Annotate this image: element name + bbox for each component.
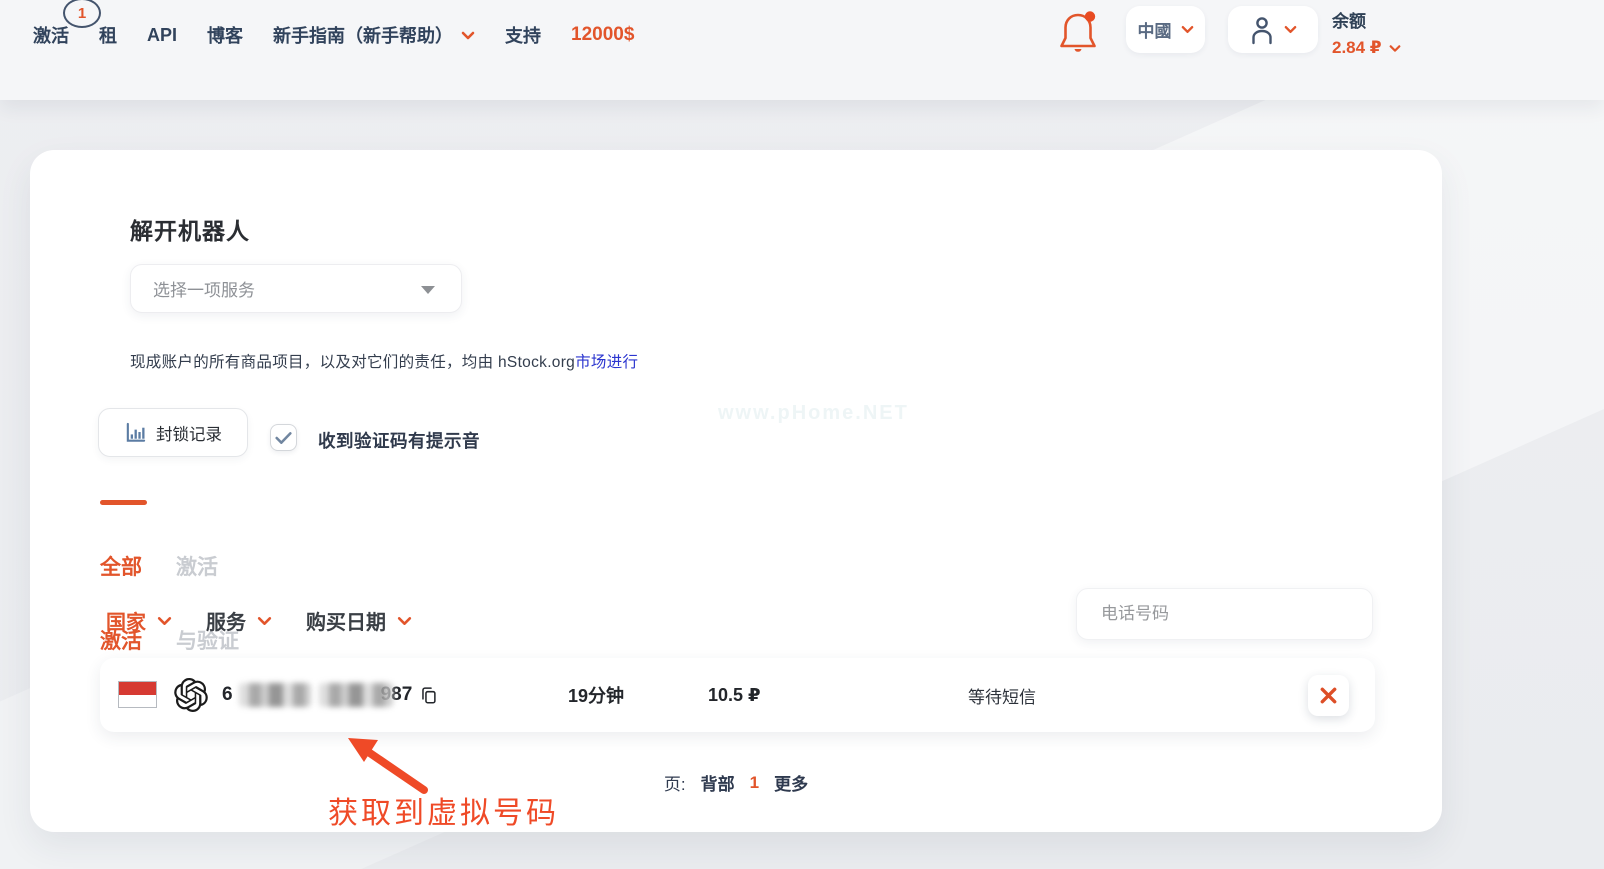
sound-alert-checkbox[interactable]: [270, 424, 297, 451]
nav-label: 新手指南（新手帮助）: [273, 22, 453, 48]
indonesia-flag-icon: [118, 681, 157, 708]
filter-country[interactable]: 国家: [106, 606, 172, 635]
nav-label: 支持: [505, 22, 541, 48]
person-icon: [1249, 15, 1275, 45]
language-label: 中國: [1138, 17, 1172, 42]
copy-icon: [420, 686, 437, 705]
balance-value: 2.84 ₽: [1332, 38, 1382, 58]
bell-icon: [1056, 8, 1100, 54]
notice-text: 现成账户的所有商品项目，以及对它们的责任，均由 hStock.org: [130, 354, 575, 371]
nav-item-activate[interactable]: 激活 1: [33, 22, 69, 48]
nav-item-support[interactable]: 支持: [505, 22, 541, 48]
close-icon: [1319, 686, 1338, 705]
nav-label: API: [147, 25, 177, 46]
chevron-down-icon: [397, 616, 412, 626]
block-log-label: 封锁记录: [156, 421, 222, 445]
chevron-down-icon: [1181, 25, 1194, 34]
chevron-down-icon: [461, 31, 475, 40]
filter-purchase-date[interactable]: 购买日期: [306, 606, 412, 635]
copy-number-button[interactable]: [420, 686, 437, 705]
nav-item-blog[interactable]: 博客: [207, 22, 243, 48]
sound-alert-label: 收到验证码有提示音: [318, 428, 480, 453]
price: 10.5 ₽: [708, 658, 761, 732]
nav-label: 激活: [33, 22, 69, 48]
balance-widget: 余额 2.84 ₽: [1332, 7, 1401, 58]
notifications-button[interactable]: [1056, 8, 1100, 54]
service-select-placeholder: 选择一项服务: [153, 276, 255, 301]
redacted-digits: [239, 683, 311, 707]
step-badge: 1: [63, 0, 101, 28]
activation-row: 6 987 19分钟 10.5 ₽ 等待短信: [100, 658, 1375, 732]
nav-label: 12000$: [571, 24, 634, 46]
annotation-arrow-icon: [312, 720, 442, 795]
active-tab-indicator: [100, 500, 147, 505]
filter-label: 服务: [206, 606, 246, 635]
cancel-activation-button[interactable]: [1308, 675, 1349, 716]
phone-number-search-input[interactable]: [1076, 588, 1373, 640]
annotation-text: 获取到虚拟号码: [328, 788, 559, 832]
redacted-digits: [319, 683, 393, 707]
nav-label: 博客: [207, 22, 243, 48]
chevron-down-icon: [257, 616, 272, 626]
number-prefix: 6: [222, 684, 233, 706]
caret-down-icon: [421, 286, 435, 294]
status-text: 等待短信: [968, 658, 1036, 732]
notification-dot: [1085, 11, 1095, 21]
nav-item-api[interactable]: API: [147, 25, 177, 46]
pagination-back[interactable]: 背部: [701, 770, 735, 795]
tab-line: 全部: [100, 549, 142, 586]
main-nav: 激活 1 租 API 博客 新手指南（新手帮助） 支持 12000$: [33, 22, 634, 48]
time-remaining: 19分钟: [568, 658, 624, 732]
filter-label: 国家: [106, 606, 146, 635]
pagination-label: 页:: [664, 770, 686, 795]
watermark: www.pHome.NET: [718, 402, 909, 425]
chevron-down-icon: [1284, 25, 1297, 34]
service-select[interactable]: 选择一项服务: [130, 264, 462, 313]
pagination-page-1[interactable]: 1: [750, 773, 759, 793]
account-menu[interactable]: [1228, 6, 1318, 53]
nav-label: 租: [99, 22, 117, 48]
filter-bar: 国家 服务 购买日期: [106, 606, 412, 635]
filter-label: 购买日期: [306, 606, 386, 635]
openai-logo-icon: [174, 678, 208, 712]
check-icon: [275, 431, 292, 445]
chevron-down-icon: [1389, 44, 1401, 53]
nav-item-rent[interactable]: 租: [99, 22, 117, 48]
balance-dropdown[interactable]: 2.84 ₽: [1332, 38, 1401, 58]
pagination-more[interactable]: 更多: [774, 770, 808, 795]
nav-item-promo-amount[interactable]: 12000$: [571, 24, 634, 46]
language-selector[interactable]: 中國: [1126, 6, 1205, 53]
page: 激活 1 租 API 博客 新手指南（新手帮助） 支持 12000$ 中國: [0, 0, 1604, 869]
marketplace-notice: 现成账户的所有商品项目，以及对它们的责任，均由 hStock.org市场进行: [130, 350, 638, 372]
top-navigation-bar: 激活 1 租 API 博客 新手指南（新手帮助） 支持 12000$ 中國: [0, 0, 1604, 100]
tab-line: 激活: [176, 549, 239, 586]
nav-item-guide[interactable]: 新手指南（新手帮助）: [273, 22, 475, 48]
activation-panel: 解开机器人 选择一项服务 现成账户的所有商品项目，以及对它们的责任，均由 hSt…: [30, 150, 1442, 832]
balance-label: 余额: [1332, 7, 1401, 32]
block-log-button[interactable]: 封锁记录: [98, 408, 248, 457]
filter-service[interactable]: 服务: [206, 606, 272, 635]
pagination: 页: 背部 1 更多: [30, 770, 1442, 795]
marketplace-link[interactable]: 市场进行: [575, 354, 638, 371]
page-title: 解开机器人: [130, 212, 250, 246]
chevron-down-icon: [157, 616, 172, 626]
bar-chart-icon: [124, 421, 147, 444]
